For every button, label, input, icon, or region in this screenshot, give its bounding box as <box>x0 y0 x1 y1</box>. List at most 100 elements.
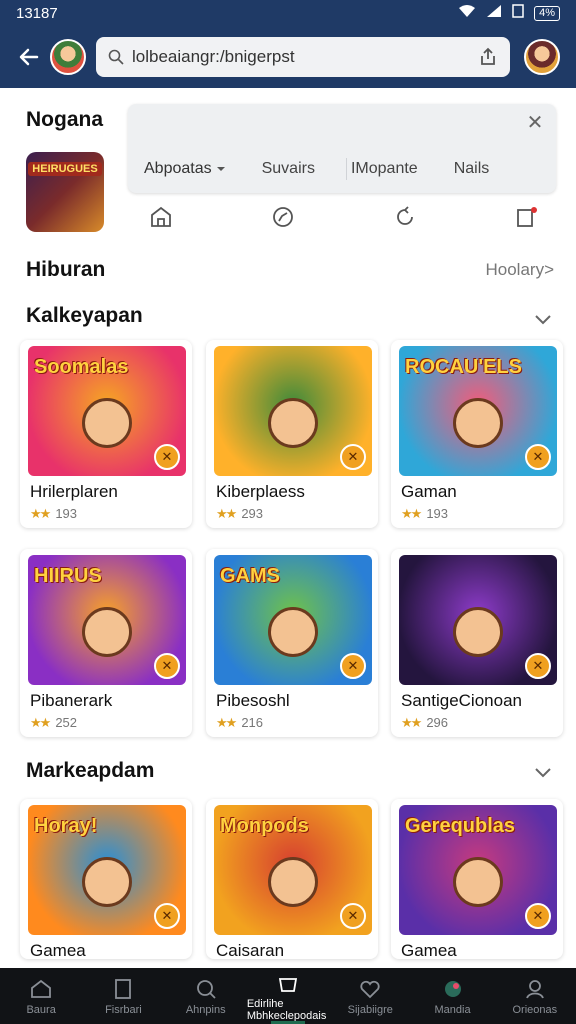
avatar[interactable] <box>50 39 86 75</box>
game-thumbnail: ✕ <box>399 555 557 685</box>
notification-icon[interactable] <box>512 202 542 232</box>
thumbnail-logo-text: Monpods <box>220 815 309 837</box>
chevron-down-icon[interactable] <box>532 761 554 783</box>
see-more-link[interactable]: Hoolary> <box>485 260 554 280</box>
popup-tab-1[interactable]: Abpoatas <box>144 160 226 178</box>
star-icon: ★★ <box>30 506 51 521</box>
badge-icon: ✕ <box>154 653 180 679</box>
thumbnail-logo-text: GAMS <box>220 565 280 587</box>
chevron-down-icon <box>216 167 225 171</box>
sim-icon <box>512 4 524 22</box>
rating-value: 193 <box>55 506 78 521</box>
game-thumbnail: Soomalas ✕ <box>28 346 186 476</box>
badge-icon: ✕ <box>525 903 551 929</box>
rating-value: 216 <box>241 715 264 730</box>
badge-icon: ✕ <box>154 444 180 470</box>
close-icon[interactable]: ✕ <box>524 112 546 134</box>
game-rating: ★★ 296 <box>401 715 448 731</box>
game-rating: ★★ 216 <box>216 715 263 731</box>
game-thumbnail: Horay! ✕ <box>28 805 186 935</box>
quick-actions <box>128 202 556 232</box>
nav-label: Mandia <box>434 1003 471 1016</box>
game-card[interactable]: ROCAU'ELS ✕ Gaman ★★ 193 <box>391 340 563 528</box>
game-title: Gamea <box>401 941 457 959</box>
section-title-hiburan: Hiburan <box>26 258 106 281</box>
popup-tab-3[interactable]: IMopante <box>351 160 418 178</box>
game-title: Gamea <box>30 941 86 959</box>
character-illustration <box>453 857 503 907</box>
character-illustration <box>453 398 503 448</box>
share-icon[interactable] <box>478 47 498 67</box>
nav-label: Edirlihe Mbhkeclepodais <box>246 997 327 1022</box>
featured-title: Nogana <box>26 108 104 131</box>
game-title: Caisaran <box>216 941 285 959</box>
status-icons: 4% <box>458 4 560 22</box>
badge-icon: ✕ <box>525 444 551 470</box>
game-card[interactable]: Horay! ✕ Gamea <box>20 799 192 959</box>
section-title-kalkeyapan: Kalkeyapan <box>26 304 143 327</box>
popup-divider <box>346 158 347 180</box>
character-illustration <box>82 857 132 907</box>
character-illustration <box>82 398 132 448</box>
game-rating: ★★ 193 <box>401 506 448 522</box>
featured-icon-label: HEIRUGUES <box>28 162 102 176</box>
game-title: Hrilerplaren <box>30 482 118 501</box>
nav-item-search[interactable]: Ahnpins <box>165 968 247 1024</box>
thumbnail-logo-text: Soomalas <box>34 356 129 378</box>
thumbnail-logo-text: Horay! <box>34 815 98 837</box>
profile-icon <box>525 979 544 998</box>
nav-item-media[interactable]: Mandia <box>411 968 493 1024</box>
home-icon <box>31 979 52 998</box>
game-thumbnail: GAMS ✕ <box>214 555 372 685</box>
search-icon <box>108 49 124 65</box>
game-thumbnail: Gerequblas ✕ <box>399 805 557 935</box>
popup-tab-4[interactable]: Nails <box>454 160 490 178</box>
refresh-icon[interactable] <box>390 202 420 232</box>
nav-item-profile[interactable]: Orieonas <box>494 968 576 1024</box>
badge-icon: ✕ <box>340 653 366 679</box>
rating-value: 193 <box>426 506 449 521</box>
game-thumbnail: ROCAU'ELS ✕ <box>399 346 557 476</box>
featured-app-icon[interactable]: HEIRUGUES <box>26 152 104 232</box>
game-card[interactable]: Gerequblas ✕ Gamea <box>391 799 563 959</box>
game-thumbnail: Monpods ✕ <box>214 805 372 935</box>
game-card[interactable]: Monpods ✕ Caisaran <box>206 799 378 959</box>
compass-icon[interactable] <box>268 202 298 232</box>
star-icon: ★★ <box>216 715 237 730</box>
game-thumbnail: ✕ <box>214 346 372 476</box>
store-icon[interactable] <box>146 202 176 232</box>
bottom-navigation: Baura Fisrbari Ahnpins Edirlihe Mbhkeclepod… <box>0 968 576 1024</box>
nav-label: Orieonas <box>512 1003 558 1016</box>
game-card[interactable]: ✕ SantigeCionoan ★★ 296 <box>391 549 563 737</box>
popup-tab-2[interactable]: Suvairs <box>262 160 315 178</box>
nav-label: Sijabiigre <box>347 1003 393 1016</box>
profile-avatar[interactable] <box>524 39 560 75</box>
nav-item-book[interactable]: Fisrbari <box>82 968 164 1024</box>
game-card[interactable]: HIIRUS ✕ Pibanerark ★★ 252 <box>20 549 192 737</box>
section-title-markeapdam: Markeapdam <box>26 759 155 782</box>
rating-value: 252 <box>55 715 78 730</box>
game-thumbnail: HIIRUS ✕ <box>28 555 186 685</box>
chevron-down-icon[interactable] <box>532 308 554 330</box>
game-title: Kiberplaess <box>216 482 305 501</box>
arrow-left-icon <box>19 48 39 66</box>
game-title: Pibanerark <box>30 691 113 710</box>
game-card[interactable]: Soomalas ✕ Hrilerplaren ★★ 193 <box>20 340 192 528</box>
back-button[interactable] <box>12 40 46 74</box>
badge-icon: ✕ <box>340 444 366 470</box>
main-content: Nogana HEIRUGUES ✕ Abpoatas Suvairs IMop… <box>0 88 576 968</box>
url-bar[interactable]: lolbeaiangr:/bnigerpst <box>96 37 510 77</box>
badge-icon: ✕ <box>525 653 551 679</box>
game-card[interactable]: ✕ Kiberplaess ★★ 293 <box>206 340 378 528</box>
game-title: Pibesoshl <box>216 691 290 710</box>
thumbnail-logo-text: ROCAU'ELS <box>405 356 522 378</box>
badge-icon: ✕ <box>340 903 366 929</box>
nav-label: Fisrbari <box>105 1003 142 1016</box>
nav-item-home[interactable]: Baura <box>0 968 82 1024</box>
game-card[interactable]: GAMS ✕ Pibesoshl ★★ 216 <box>206 549 378 737</box>
rating-value: 293 <box>241 506 264 521</box>
nav-item-store[interactable]: Edirlihe Mbhkeclepodais <box>247 968 329 1024</box>
nav-item-heart[interactable]: Sijabiigre <box>329 968 411 1024</box>
game-title: SantigeCionoan <box>401 691 522 710</box>
character-illustration <box>82 607 132 657</box>
